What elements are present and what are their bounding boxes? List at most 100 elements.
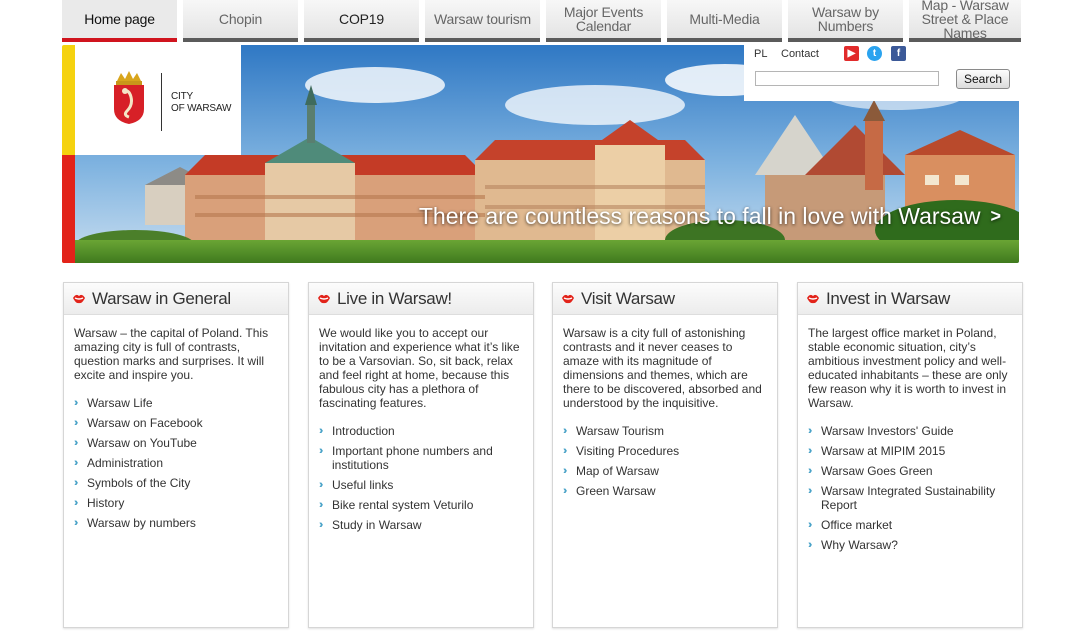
double-chevron-icon: ›› (319, 479, 323, 491)
nav-warsaw-tourism[interactable]: Warsaw tourism (425, 0, 540, 42)
double-chevron-icon: ›› (808, 519, 812, 531)
column-title[interactable]: Warsaw in General (92, 289, 231, 309)
link-label: Important phone numbers and institutions (332, 444, 493, 472)
list-item[interactable]: ›› History (74, 496, 278, 510)
link-label: Warsaw Goes Green (821, 464, 933, 478)
list-item[interactable]: ›› Useful links (319, 478, 523, 492)
city-logo[interactable]: City of Warsaw (75, 45, 241, 155)
double-chevron-icon: ›› (74, 457, 78, 469)
link-label: Office market (821, 518, 893, 532)
link-label: Why Warsaw? (821, 538, 898, 552)
link-label: Study in Warsaw (332, 518, 422, 532)
double-chevron-icon: ›› (808, 425, 812, 437)
lips-icon (73, 294, 85, 304)
list-item[interactable]: ›› Symbols of the City (74, 476, 278, 490)
link-label: Warsaw Integrated Sustainability Report (821, 484, 996, 512)
list-item[interactable]: ›› Map of Warsaw (563, 464, 767, 478)
list-item[interactable]: ›› Warsaw on YouTube (74, 436, 278, 450)
link-label: Visiting Procedures (576, 444, 680, 458)
link-label: Administration (87, 456, 164, 470)
column-live-in-warsaw: Live in Warsaw! We would like you to acc… (308, 282, 534, 628)
double-chevron-icon: ›› (74, 497, 78, 509)
column-visit-warsaw: Visit Warsaw Warsaw is a city full of as… (552, 282, 778, 628)
contact-link[interactable]: Contact (781, 48, 819, 60)
list-item[interactable]: ›› Office market (808, 518, 1012, 532)
link-label: Symbols of the City (87, 476, 191, 490)
facebook-icon[interactable]: f (891, 46, 906, 61)
nav-multimedia[interactable]: Multi-Media (667, 0, 782, 42)
list-item[interactable]: ›› Important phone numbers and institutio… (319, 444, 523, 472)
column-intro: We would like you to accept our invitati… (319, 326, 520, 410)
nav-home[interactable]: Home page (62, 0, 177, 42)
link-label: Bike rental system Veturilo (332, 498, 474, 512)
double-chevron-icon: ›› (74, 417, 78, 429)
link-label: Warsaw Investors' Guide (821, 424, 954, 438)
language-switch-pl[interactable]: PL (754, 48, 767, 60)
main-nav: Home page Chopin COP19 Warsaw tourism Ma… (62, 0, 1022, 44)
double-chevron-icon: ›› (319, 445, 323, 457)
double-chevron-icon: ›› (74, 517, 78, 529)
double-chevron-icon: ›› (74, 477, 78, 489)
list-item[interactable]: ›› Visiting Procedures (563, 444, 767, 458)
nav-events-calendar[interactable]: Major Events Calendar (546, 0, 661, 42)
list-item[interactable]: ›› Warsaw on Facebook (74, 416, 278, 430)
list-item[interactable]: ›› Warsaw Goes Green (808, 464, 1012, 478)
nav-map[interactable]: Map - Warsaw Street & Place Names (909, 0, 1021, 42)
double-chevron-icon: ›› (808, 539, 812, 551)
list-item[interactable]: ›› Bike rental system Veturilo (319, 498, 523, 512)
search-input[interactable] (755, 71, 939, 86)
nav-warsaw-by-numbers[interactable]: Warsaw by Numbers (788, 0, 903, 42)
logo-line-warsaw: of Warsaw (171, 103, 232, 114)
column-links: ›› Introduction ›› Important phone numbers… (309, 410, 533, 532)
chevron-right-icon: > (990, 206, 1001, 226)
double-chevron-icon: ›› (808, 465, 812, 477)
list-item[interactable]: ›› Study in Warsaw (319, 518, 523, 532)
brand-stripe-red (62, 155, 75, 263)
column-warsaw-in-general: Warsaw in General Warsaw – the capital o… (63, 282, 289, 628)
list-item[interactable]: ›› Warsaw Investors' Guide (808, 424, 1012, 438)
list-item[interactable]: ›› Why Warsaw? (808, 538, 1012, 552)
lips-icon (318, 294, 330, 304)
double-chevron-icon: ›› (74, 437, 78, 449)
double-chevron-icon: ›› (563, 485, 567, 497)
banner-slogan: There are countless reasons to fall in l… (418, 203, 981, 229)
column-intro: Warsaw – the capital of Poland. This ama… (74, 326, 269, 382)
lips-icon (562, 294, 574, 304)
column-links: ›› Warsaw Tourism ›› Visiting Procedures ›… (553, 410, 777, 498)
mermaid-crest-icon (114, 71, 144, 124)
column-header: Live in Warsaw! (309, 283, 533, 315)
link-label: Warsaw Tourism (576, 424, 665, 438)
logo-line-city: City (171, 91, 193, 102)
search-button[interactable]: Search (956, 69, 1010, 89)
list-item[interactable]: ›› Introduction (319, 424, 523, 438)
column-header: Visit Warsaw (553, 283, 777, 315)
nav-chopin[interactable]: Chopin (183, 0, 298, 42)
column-links: ›› Warsaw Investors' Guide ›› Warsaw at MI… (798, 410, 1022, 552)
list-item[interactable]: ›› Warsaw Life (74, 396, 278, 410)
double-chevron-icon: ›› (319, 519, 323, 531)
column-title[interactable]: Visit Warsaw (581, 289, 675, 309)
list-item[interactable]: ›› Warsaw at MIPIM 2015 (808, 444, 1012, 458)
youtube-icon[interactable]: ▶ (844, 46, 859, 61)
link-label: Map of Warsaw (576, 464, 659, 478)
double-chevron-icon: ›› (563, 445, 567, 457)
list-item[interactable]: ›› Green Warsaw (563, 484, 767, 498)
list-item[interactable]: ›› Warsaw by numbers (74, 516, 278, 530)
header-tools: PL Contact ▶ t f Search (744, 45, 1019, 101)
column-intro: The largest office market in Poland, sta… (808, 326, 1008, 410)
list-item[interactable]: ›› Warsaw Integrated Sustainability Repor… (808, 484, 1012, 512)
column-links: ›› Warsaw Life ›› Warsaw on Facebook ›› War… (64, 382, 288, 530)
twitter-icon[interactable]: t (867, 46, 882, 61)
logo-text: City of Warsaw (171, 91, 231, 115)
nav-cop19[interactable]: COP19 (304, 0, 419, 42)
column-title[interactable]: Live in Warsaw! (337, 289, 452, 309)
column-title[interactable]: Invest in Warsaw (826, 289, 950, 309)
link-label: Warsaw at MIPIM 2015 (821, 444, 946, 458)
link-label: Warsaw on Facebook (87, 416, 203, 430)
list-item[interactable]: ›› Administration (74, 456, 278, 470)
double-chevron-icon: ›› (319, 425, 323, 437)
banner-slogan-link[interactable]: There are countless reasons to fall in l… (419, 203, 1001, 230)
list-item[interactable]: ›› Warsaw Tourism (563, 424, 767, 438)
column-invest-in-warsaw: Invest in Warsaw The largest office mark… (797, 282, 1023, 628)
column-header: Warsaw in General (64, 283, 288, 315)
